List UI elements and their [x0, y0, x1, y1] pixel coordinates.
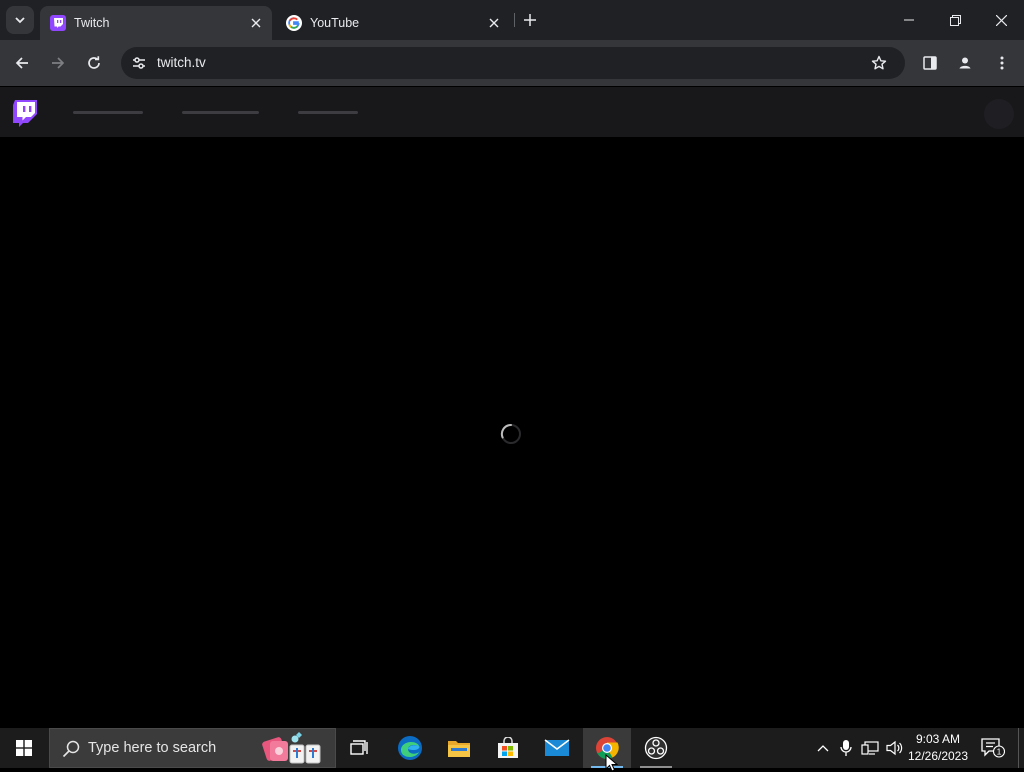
- tab-separator: [514, 13, 515, 27]
- forward-button[interactable]: [44, 49, 72, 77]
- notification-icon: 1: [981, 738, 1005, 758]
- search-icon: [62, 740, 80, 758]
- url-text[interactable]: twitch.tv: [157, 55, 206, 70]
- new-tab-button[interactable]: [520, 10, 540, 30]
- arrow-left-icon: [15, 57, 28, 69]
- tab-twitch[interactable]: Twitch: [40, 6, 272, 40]
- site-info-button[interactable]: [127, 51, 151, 75]
- microphone-icon: [840, 740, 852, 756]
- chevron-up-icon: [817, 745, 829, 752]
- volume-tray-button[interactable]: [884, 728, 906, 768]
- twitch-top-nav: [0, 87, 1024, 137]
- kebab-menu-icon: [1000, 56, 1004, 70]
- microsoft-store-app-button[interactable]: [484, 728, 532, 768]
- reload-icon: [88, 56, 100, 69]
- taskbar-clock[interactable]: 9:03 AM 12/26/2023: [904, 731, 972, 765]
- browser-toolbar: twitch.tv: [0, 40, 1024, 86]
- avatar-placeholder: [984, 99, 1014, 129]
- task-view-icon: [350, 740, 368, 755]
- back-button[interactable]: [8, 49, 36, 77]
- loading-spinner-icon: [500, 423, 521, 444]
- edge-icon: [398, 736, 422, 760]
- network-icon: [861, 741, 879, 755]
- search-highlight-image-icon[interactable]: [258, 731, 334, 767]
- tab-strip: Twitch YouTube: [0, 0, 1024, 40]
- show-hidden-icons-button[interactable]: [812, 728, 834, 768]
- plus-icon: [524, 14, 536, 26]
- tab-search-button[interactable]: [6, 6, 34, 34]
- nav-placeholder-following: [73, 111, 143, 114]
- obs-studio-app-button[interactable]: [632, 728, 680, 768]
- windows-logo-icon: [16, 740, 32, 756]
- minimize-button[interactable]: [886, 0, 932, 40]
- search-placeholder: Type here to search: [88, 740, 217, 756]
- edge-app-button[interactable]: [386, 728, 434, 768]
- profile-button[interactable]: [951, 49, 979, 77]
- clock-time: 9:03 AM: [915, 732, 961, 746]
- page-content: [0, 137, 1024, 728]
- microphone-tray-button[interactable]: [836, 728, 856, 768]
- menu-button[interactable]: [988, 49, 1016, 77]
- bookmark-button[interactable]: [869, 53, 889, 73]
- clock-date: 12/26/2023: [907, 749, 969, 763]
- twitch-logo-icon[interactable]: [12, 99, 38, 127]
- obs-icon: [644, 736, 668, 760]
- star-icon: [871, 55, 887, 70]
- restore-button[interactable]: [932, 0, 978, 40]
- task-view-button[interactable]: [336, 728, 384, 768]
- show-desktop-button[interactable]: [1018, 728, 1024, 768]
- taskbar-search-box[interactable]: Type here to search: [49, 728, 336, 768]
- file-explorer-app-button[interactable]: [435, 728, 483, 768]
- mail-icon: [544, 739, 570, 756]
- nav-placeholder-more: [298, 111, 358, 114]
- mail-app-button[interactable]: [533, 728, 581, 768]
- side-panel-button[interactable]: [916, 49, 944, 77]
- twitch-favicon-icon: [50, 15, 66, 31]
- close-tab-icon[interactable]: [246, 13, 266, 33]
- notification-count: 1: [997, 747, 1002, 757]
- arrow-right-icon: [52, 57, 65, 69]
- notification-center-button[interactable]: 1: [978, 728, 1008, 768]
- tab-title: YouTube: [310, 16, 360, 30]
- store-icon: [498, 737, 518, 758]
- close-icon: [995, 14, 1007, 26]
- start-button[interactable]: [0, 728, 48, 768]
- omnibox[interactable]: twitch.tv: [121, 47, 905, 79]
- restore-icon: [949, 14, 961, 26]
- chevron-down-icon: [15, 17, 25, 24]
- nav-placeholder-browse: [182, 111, 259, 114]
- profile-icon: [956, 54, 974, 72]
- tune-icon: [133, 57, 145, 69]
- speaker-icon: [886, 740, 903, 756]
- minimize-icon: [904, 19, 914, 21]
- close-tab-icon[interactable]: [484, 13, 504, 33]
- network-tray-button[interactable]: [858, 728, 882, 768]
- google-favicon-icon: [286, 15, 302, 31]
- mouse-cursor-icon: [605, 754, 619, 772]
- reload-button[interactable]: [80, 49, 108, 77]
- windows-taskbar: Type here to search 9:03 AM 12/26/2023 1: [0, 728, 1024, 768]
- close-window-button[interactable]: [978, 0, 1024, 40]
- folder-icon: [448, 741, 470, 757]
- side-panel-icon: [923, 56, 937, 70]
- tab-youtube[interactable]: YouTube: [276, 6, 510, 40]
- tab-title: Twitch: [74, 16, 110, 30]
